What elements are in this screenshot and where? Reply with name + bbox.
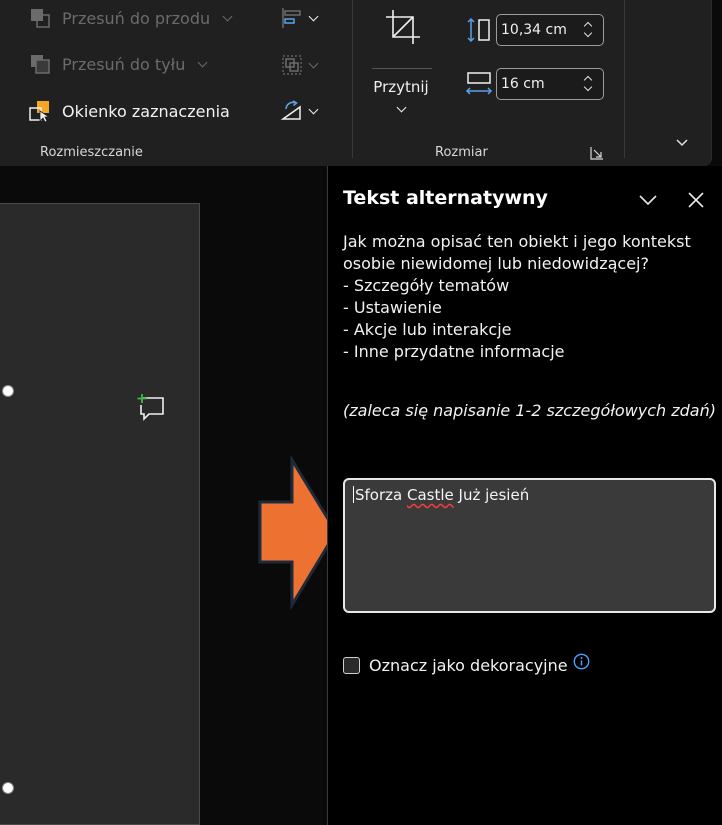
misspelled-word: Castle: [406, 486, 454, 504]
chevron-down-icon: [197, 57, 208, 67]
pane-hint: (zaleca się napisanie 1-2 szczegółowych …: [343, 401, 716, 420]
info-icon[interactable]: [573, 653, 590, 670]
crop-icon: [386, 10, 420, 44]
rotate-button[interactable]: [280, 99, 330, 123]
height-icon: [467, 17, 490, 43]
close-icon[interactable]: [686, 190, 706, 210]
collapse-ribbon-icon[interactable]: [676, 137, 688, 149]
pane-title: Tekst alternatywny: [343, 187, 548, 209]
collapse-pane-icon[interactable]: [638, 190, 658, 210]
send-backward-button[interactable]: Przesuń do tyłu: [28, 51, 208, 77]
crop-button[interactable]: Przytnij: [366, 0, 436, 132]
text-caret: [353, 486, 354, 503]
pane-question: Jak można opisać ten obiekt i jego konte…: [343, 232, 691, 273]
selection-pane-label: Okienko zaznaczenia: [62, 101, 230, 121]
chevron-down-icon: [583, 28, 593, 38]
alt-text-input[interactable]: Sforza Castle Już jesień: [343, 478, 716, 613]
group-icon: [282, 55, 302, 75]
chevron-down-icon: [396, 102, 407, 113]
send-backward-label: Przesuń do tyłu: [62, 54, 186, 74]
group-separator: [352, 0, 353, 158]
width-spinner[interactable]: [496, 68, 604, 100]
new-comment-icon[interactable]: [135, 393, 167, 421]
size-group-label: Rozmiar: [435, 145, 488, 160]
bullet-item: - Inne przydatne informacje: [343, 342, 565, 361]
bullet-item: - Akcje lub interakcje: [343, 320, 512, 339]
decorative-label[interactable]: Oznacz jako dekoracyjne: [369, 656, 568, 675]
height-control: [464, 14, 604, 46]
bring-forward-icon: [31, 9, 50, 28]
ribbon: Przesuń do przodu Przesuń do tyłu Okienk…: [0, 0, 712, 166]
bullet-item: - Szczegóły tematów: [343, 276, 510, 295]
bring-forward-button[interactable]: Przesuń do przodu: [28, 5, 233, 31]
selection-pane-icon: [29, 101, 51, 123]
height-spinner[interactable]: [496, 14, 604, 46]
alt-text-pane: Tekst alternatywny Jak można opisać ten …: [327, 166, 722, 825]
chevron-down-icon: [308, 104, 319, 114]
chevron-down-icon: [222, 11, 233, 21]
crop-split-divider: [372, 68, 432, 69]
alt-text-part: Sforza: [355, 486, 407, 504]
height-input[interactable]: [497, 21, 573, 39]
decorative-option: Oznacz jako dekoracyjne: [343, 653, 590, 675]
selection-handle[interactable]: [2, 385, 14, 397]
align-icon: [282, 8, 301, 28]
decorative-checkbox[interactable]: [343, 657, 360, 674]
chevron-down-icon: [308, 58, 319, 68]
align-button[interactable]: [280, 6, 330, 30]
alt-text-part: Już jesień: [453, 486, 530, 504]
slide-canvas[interactable]: [0, 203, 200, 825]
arrange-group-label: Rozmieszczanie: [40, 145, 143, 160]
chevron-down-icon: [308, 11, 319, 21]
group-objects-button[interactable]: [280, 53, 330, 77]
rotate-icon: [280, 100, 301, 120]
spin-arrows[interactable]: [583, 74, 593, 94]
pane-instructions: Jak można opisać ten obiekt i jego konte…: [343, 231, 718, 363]
crop-label: Przytnij: [373, 78, 429, 96]
selection-pane-button[interactable]: Okienko zaznaczenia: [28, 98, 230, 124]
bring-forward-label: Przesuń do przodu: [62, 8, 211, 28]
width-icon: [465, 72, 493, 95]
spin-arrows[interactable]: [583, 20, 593, 40]
chevron-down-icon: [583, 82, 593, 92]
width-input[interactable]: [497, 75, 573, 93]
powerpoint-window: Przesuń do przodu Przesuń do tyłu Okienk…: [0, 0, 722, 825]
width-control: [464, 68, 604, 100]
bullet-item: - Ustawienie: [343, 298, 442, 317]
send-backward-icon: [31, 55, 50, 74]
group-separator: [624, 0, 625, 158]
dialog-launcher-icon[interactable]: [590, 146, 604, 160]
selection-handle[interactable]: [2, 782, 14, 794]
